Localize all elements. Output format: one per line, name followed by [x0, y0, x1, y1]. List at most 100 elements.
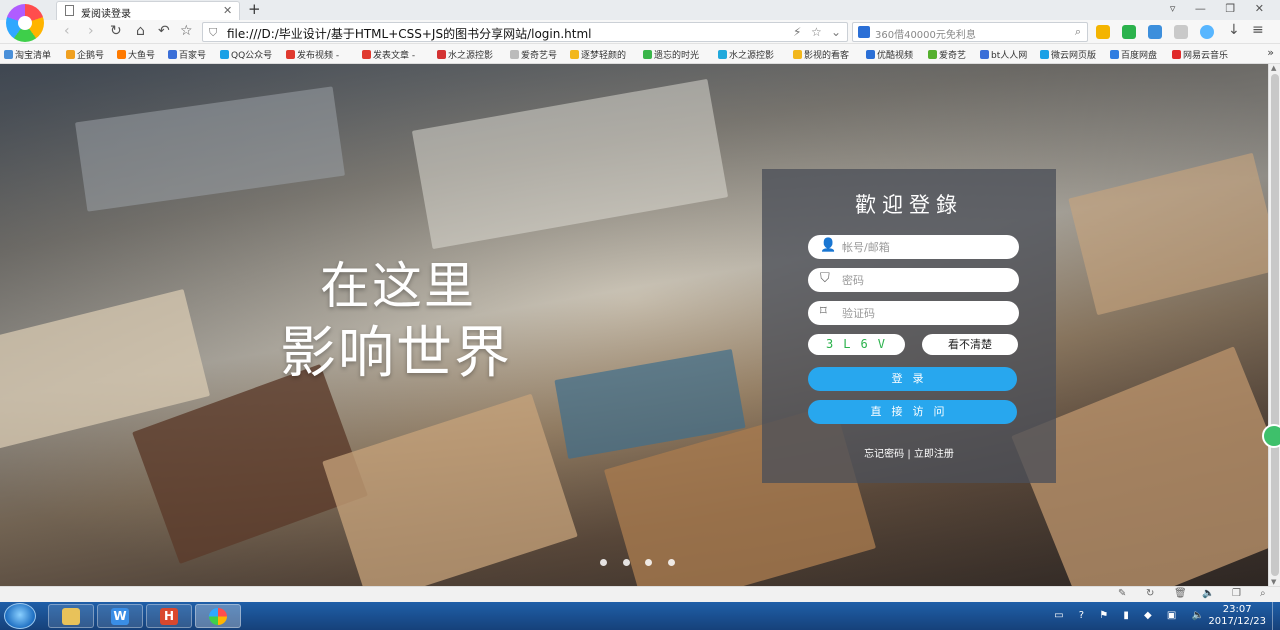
bookmark-item[interactable]: QQ公众号	[220, 48, 272, 61]
captcha-field[interactable]: ⌑	[808, 301, 1019, 325]
taskbar-wps[interactable]: W	[97, 604, 143, 628]
search-box[interactable]: 360借40000元免利息 ⌕	[852, 22, 1088, 42]
floating-helper-icon[interactable]	[1262, 424, 1280, 448]
start-button-icon[interactable]	[4, 603, 36, 629]
clock-date: 2017/12/23	[1208, 616, 1266, 627]
forward-icon[interactable]: ›	[88, 23, 94, 39]
slogan: 在这里 影响世界	[280, 246, 590, 406]
bookmark-item[interactable]: 企鹅号	[66, 48, 104, 61]
bookmark-item[interactable]: 百度网盘	[1110, 48, 1157, 61]
login-panel: 歡迎登錄 👤 ⛉ ⌑ 3L6V 看不清楚 登录 直接访问 忘记密码 | 立即注册	[762, 169, 1056, 483]
reload-icon[interactable]: ↻	[110, 23, 122, 39]
page-viewport: 在这里 影响世界 歡迎登錄 👤 ⛉ ⌑ 3L6V 看不清楚 登录 直接访问 忘记…	[0, 64, 1268, 586]
taskbar-hbuilder[interactable]: H	[146, 604, 192, 628]
address-bar[interactable]: ⛉ file:///D:/毕业设计/基于HTML+CSS+JS的图书分享网站/l…	[202, 22, 848, 42]
bookmark-item[interactable]: 优酷视频	[866, 48, 913, 61]
bookmark-star-icon[interactable]: ☆	[811, 25, 822, 39]
search-engine-icon	[858, 26, 870, 38]
apps-icon[interactable]	[1096, 25, 1110, 39]
word-icon: W	[111, 608, 129, 625]
url-text[interactable]: file:///D:/毕业设计/基于HTML+CSS+JS的图书分享网站/log…	[227, 25, 592, 42]
trash-icon[interactable]: 🗑	[1174, 588, 1187, 599]
browser-icon	[209, 608, 227, 625]
zoom-icon[interactable]	[1200, 25, 1214, 39]
username-field[interactable]: 👤	[808, 235, 1019, 259]
bookmark-item[interactable]: 爱奇艺号	[510, 48, 557, 61]
new-tab-icon[interactable]: +	[248, 0, 261, 18]
window-controls[interactable]: ▿ — ❐ ✕	[1170, 2, 1272, 15]
slogan-line-2: 影响世界	[280, 321, 512, 386]
favorite-star-icon[interactable]: ☆	[180, 23, 193, 39]
password-field[interactable]: ⛉	[808, 268, 1019, 292]
window-icon[interactable]: ❐	[1232, 588, 1241, 599]
book-background-shape	[75, 86, 345, 212]
sound-icon[interactable]: 🔈	[1202, 588, 1214, 599]
home-icon[interactable]: ⌂	[136, 23, 145, 39]
download-icon[interactable]: ↓	[1228, 22, 1240, 38]
close-tab-icon[interactable]: ✕	[223, 4, 232, 17]
tag-icon: ⌑	[820, 304, 827, 319]
chevron-down-icon[interactable]: ⌄	[831, 25, 841, 39]
back-icon[interactable]: ‹	[64, 23, 70, 39]
bookmarks-bar: 淘宝清单 企鹅号 大鱼号 百家号 QQ公众号 发布视频 - 发表文章 - 水之源…	[0, 44, 1280, 64]
clock-time: 23:07	[1222, 604, 1252, 615]
bookmark-item[interactable]: 大鱼号	[117, 48, 155, 61]
captcha-input[interactable]	[842, 304, 1010, 322]
undo-close-icon[interactable]: ↶	[158, 23, 170, 39]
lightning-icon[interactable]: ⚡	[793, 25, 801, 39]
tab-login[interactable]: 爱阅读登录 ✕	[56, 1, 240, 20]
search-icon[interactable]: ⌕	[1075, 25, 1081, 39]
bookmark-item[interactable]: 发表文章 -	[362, 48, 415, 61]
folder-icon	[62, 608, 80, 625]
bookmark-item[interactable]: 发布视频 -	[286, 48, 339, 61]
account-links: 忘记密码 | 立即注册	[762, 445, 1056, 460]
vertical-scrollbar[interactable]: ▲ ▼	[1268, 64, 1280, 586]
bookmarks-more-icon[interactable]: »	[1267, 46, 1274, 59]
pin-icon[interactable]: ✎	[1118, 588, 1126, 599]
carousel-dot[interactable]	[622, 559, 630, 566]
carousel-dot[interactable]	[645, 559, 652, 566]
bookmark-item[interactable]: 网易云音乐	[1172, 48, 1228, 61]
scroll-up-icon[interactable]: ▲	[1271, 64, 1276, 72]
tab-strip: 爱阅读登录 ✕ + ▿ — ❐ ✕	[0, 0, 1280, 42]
menu-icon[interactable]: ≡	[1252, 22, 1264, 38]
bookmark-item[interactable]: 水之源控影	[718, 48, 774, 61]
screenshot-icon[interactable]	[1148, 25, 1162, 39]
shield-icon: ⛉	[820, 271, 830, 286]
bookmark-item[interactable]: 淘宝清单	[4, 48, 51, 61]
login-button[interactable]: 登录	[808, 367, 1017, 391]
search-placeholder: 360借40000元免利息	[875, 30, 976, 41]
zoom-search-icon[interactable]: ⌕	[1260, 588, 1266, 599]
register-link[interactable]: 立即注册	[914, 449, 954, 460]
printer-icon[interactable]	[1174, 25, 1188, 39]
carousel-dot[interactable]	[600, 559, 607, 566]
refresh-status-icon[interactable]: ↻	[1146, 588, 1154, 599]
clock[interactable]: 23:07 2017/12/23	[1208, 604, 1266, 628]
carousel-dot[interactable]	[667, 559, 675, 566]
browser-logo-icon[interactable]	[6, 4, 44, 42]
bookmark-item[interactable]: 水之源控影	[437, 48, 493, 61]
taskbar-explorer[interactable]	[48, 604, 94, 628]
security-shield-icon: ⛉	[209, 26, 218, 39]
show-desktop-button[interactable]	[1272, 602, 1280, 630]
forgot-password-link[interactable]: 忘记密码	[864, 449, 904, 460]
hbuilder-icon: H	[160, 608, 178, 625]
bookmark-item[interactable]: 遗忘的时光	[643, 48, 699, 61]
book-background-shape	[411, 78, 729, 250]
password-input[interactable]	[842, 271, 1010, 289]
bookmark-item[interactable]: 影视的看客	[793, 48, 849, 61]
bookmark-item[interactable]: 微云网页版	[1040, 48, 1096, 61]
bookmark-item[interactable]: 逐梦轻颜的	[570, 48, 626, 61]
username-input[interactable]	[842, 238, 1010, 256]
security-guard-icon[interactable]	[1122, 25, 1136, 39]
scroll-down-icon[interactable]: ▼	[1271, 578, 1276, 586]
system-tray[interactable]: ▭ ? ⚑ ▮ ◆ ▣ 🔈	[1054, 610, 1210, 621]
bookmark-item[interactable]: 百家号	[168, 48, 206, 61]
refresh-captcha-button[interactable]: 看不清楚	[922, 334, 1018, 355]
windows-taskbar: W H ▭ ? ⚑ ▮ ◆ ▣ 🔈 23:07 2017/12/23	[0, 602, 1280, 630]
bookmark-item[interactable]: 爱奇艺	[928, 48, 966, 61]
guest-access-button[interactable]: 直接访问	[808, 400, 1017, 424]
taskbar-browser[interactable]	[195, 604, 241, 628]
scrollbar-thumb[interactable]	[1271, 74, 1279, 576]
bookmark-item[interactable]: bt人人网	[980, 48, 1027, 61]
